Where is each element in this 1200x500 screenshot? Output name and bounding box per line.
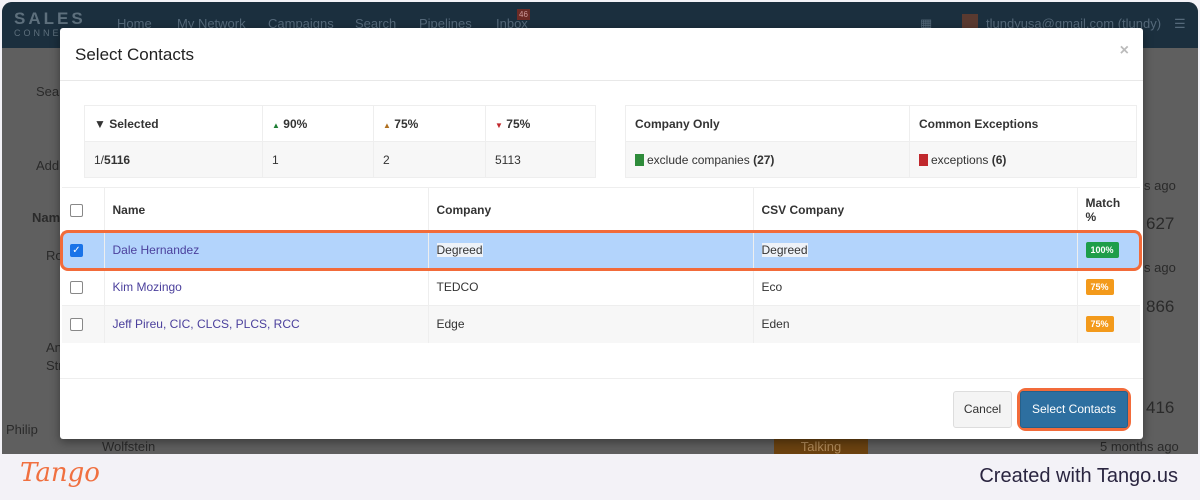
csv-company-cell: Eco [752, 268, 1077, 306]
created-with-text: Created with Tango.us [979, 465, 1178, 487]
company-cell: Degreed [436, 243, 483, 257]
modal-footer: Cancel Select Contacts [60, 378, 1143, 439]
match-75-down-header: ▼ 75% [485, 105, 596, 142]
company-header: Company [427, 187, 753, 232]
selected-header: ▼ Selected [84, 105, 263, 142]
csv-company-header: CSV Company [752, 187, 1077, 232]
contact-name-link[interactable]: Jeff Pireu, CIC, CLCS, PLCS, RCC [113, 317, 300, 331]
select-contacts-button[interactable]: Select Contacts [1020, 391, 1128, 428]
csv-company-cell: Degreed [761, 243, 808, 257]
modal-title: Select Contacts [75, 45, 195, 64]
exclude-companies-link[interactable]: exclude companies (27) [625, 141, 910, 178]
select-contacts-modal: Select Contacts × ▼ Selected ▲ 90% ▲ 75%… [60, 28, 1143, 439]
inbox-badge: 46 [517, 9, 530, 20]
caret-up-icon: ▲ [383, 120, 391, 130]
contact-name-link[interactable]: Kim Mozingo [113, 280, 182, 294]
bg-number: 627 [1146, 214, 1175, 233]
bg-row: Philip [6, 422, 38, 437]
caret-up-icon: ▲ [272, 120, 280, 130]
selected-count: 1/5116 [84, 141, 263, 178]
count-75-up: 2 [373, 141, 486, 178]
bg-time: s ago [1144, 178, 1176, 193]
csv-company-cell: Eden [752, 305, 1077, 343]
csv-file-icon [635, 153, 644, 166]
company-only-header: Company Only [625, 105, 910, 142]
bg-add: Add [36, 158, 60, 173]
row-checkbox[interactable] [70, 318, 83, 332]
table-row[interactable]: Kim Mozingo TEDCO Eco 75% [62, 268, 1140, 306]
match-badge: 75% [1085, 316, 1114, 333]
bg-row: Wolfstein [102, 439, 156, 454]
filter-icon: ▼ [94, 116, 106, 131]
bg-number: 866 [1146, 297, 1175, 316]
row-checkbox[interactable] [70, 281, 83, 295]
table-row[interactable]: ✓ Dale Hernandez Degreed Degreed 100% [62, 231, 1140, 269]
csv-table: Company Only Common Exceptions exclude co… [625, 105, 1137, 178]
bg-status: Talking [774, 439, 868, 454]
count-75-down: 5113 [485, 141, 596, 178]
table-row[interactable]: Jeff Pireu, CIC, CLCS, PLCS, RCC Edge Ed… [62, 305, 1140, 343]
match-badge: 100% [1085, 242, 1119, 258]
tango-logo: Tango [20, 458, 100, 488]
select-all-checkbox[interactable] [70, 203, 83, 217]
csv-file-icon [919, 153, 928, 166]
name-header: Name [103, 187, 428, 232]
company-cell: Edge [427, 305, 753, 343]
match-header: Match % [1076, 187, 1140, 232]
bg-time: 5 months ago [1100, 439, 1179, 454]
summary-table: ▼ Selected ▲ 90% ▲ 75% ▼ 75% 1/5116 1 2 … [84, 105, 596, 178]
row-checkbox[interactable]: ✓ [70, 244, 83, 258]
count-90: 1 [262, 141, 374, 178]
caret-down-icon: ▼ [495, 120, 503, 130]
common-exceptions-header: Common Exceptions [909, 105, 1137, 142]
match-badge: 75% [1085, 279, 1114, 295]
match-75-up-header: ▲ 75% [373, 105, 486, 142]
match-90-header: ▲ 90% [262, 105, 374, 142]
exceptions-link[interactable]: exceptions (6) [909, 141, 1137, 178]
menu-icon[interactable]: ☰ [1174, 16, 1186, 32]
contacts-table: Name Company CSV Company Match % ✓ Dale … [62, 187, 1140, 343]
close-icon[interactable]: × [1120, 42, 1129, 60]
cancel-button[interactable]: Cancel [953, 391, 1012, 428]
company-cell: TEDCO [427, 268, 753, 306]
bg-number: 416 [1146, 398, 1175, 417]
contact-name-link[interactable]: Dale Hernandez [113, 243, 200, 257]
bg-time: s ago [1144, 260, 1176, 275]
